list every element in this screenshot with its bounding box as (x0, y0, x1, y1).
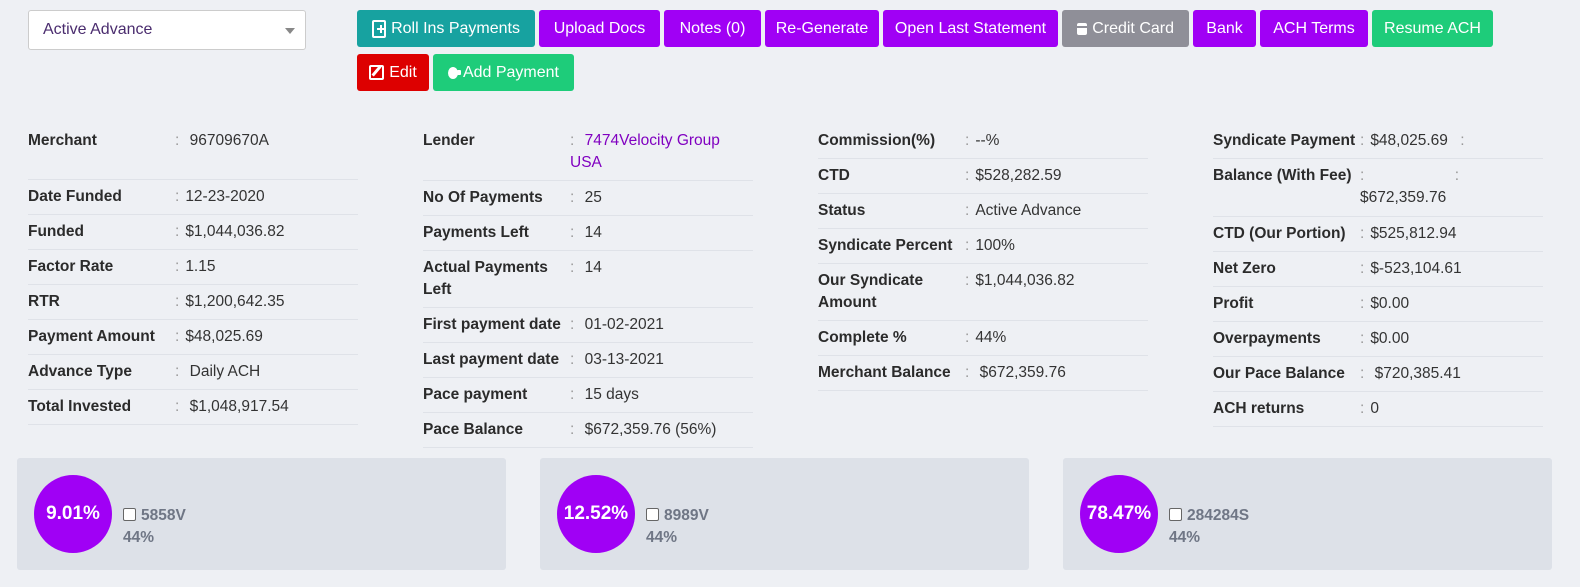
investor-card: 12.52% 8989V 44% (540, 458, 1029, 570)
detail-row-date-funded: Date Funded :12-23-2020 (28, 180, 358, 215)
detail-row-rtr: RTR : $1,200,642.35 (28, 285, 358, 320)
lender-details-column: Lender : 7474Velocity Group USA No Of Pa… (423, 124, 753, 448)
detail-row-ctd-our-portion: CTD (Our Portion) : $525,812.94 (1213, 217, 1543, 252)
detail-row-payments-left: Payments Left : 14 (423, 216, 753, 251)
detail-row-advance-type: Advance Type : Daily ACH (28, 355, 358, 390)
upload-docs-button[interactable]: Upload Docs (539, 10, 660, 47)
chevron-down-icon (285, 28, 295, 34)
investor-complete-percent: 44% (646, 529, 678, 546)
lender-link[interactable]: 7474Velocity Group USA (570, 132, 720, 171)
edit-icon (369, 65, 385, 80)
detail-row-our-pace-balance: Our Pace Balance : $720,385.41 (1213, 357, 1543, 392)
investor-card: 78.47% 284284S 44% (1063, 458, 1552, 570)
investor-share-badge: 9.01% (34, 475, 112, 553)
portion-details-column: Syndicate Payment : $48,025.69 : Balance … (1213, 124, 1543, 427)
roll-ins-payments-button[interactable]: Roll Ins Payments (357, 10, 535, 47)
detail-row-total-invested: Total Invested : $1,048,917.54 (28, 390, 358, 425)
detail-row-lender: Lender : 7474Velocity Group USA (423, 124, 753, 181)
detail-row-our-syndicate-amount: Our Syndicate Amount : $1,044,036.82 (818, 264, 1148, 321)
open-last-statement-button[interactable]: Open Last Statement (883, 10, 1058, 47)
detail-row-ach-returns: ACH returns :0 (1213, 392, 1543, 427)
detail-row-ctd: CTD : $528,282.59 (818, 159, 1148, 194)
detail-row-no-of-payments: No Of Payments : 25 (423, 181, 753, 216)
add-payment-button[interactable]: Add Payment (433, 54, 574, 91)
detail-row-last-payment-date: Last payment date : 03-13-2021 (423, 343, 753, 378)
action-toolbar-row-2: Edit Add Payment (357, 54, 574, 91)
investor-name: 5858V (141, 507, 186, 524)
detail-row-syndicate-payment: Syndicate Payment : $48,025.69 : (1213, 124, 1543, 159)
detail-row-net-zero: Net Zero : $-523,104.61 (1213, 252, 1543, 287)
detail-row-merchant-balance: Merchant Balance : $672,359.76 (818, 356, 1148, 391)
investor-name: 284284S (1187, 507, 1250, 524)
credit-card-button[interactable]: Credit Card (1062, 10, 1189, 47)
status-select-value: Active Advance (43, 21, 153, 38)
detail-row-factor-rate: Factor Rate :1.15 (28, 250, 358, 285)
investor-complete-percent: 44% (123, 529, 155, 546)
investor-share-badge: 12.52% (557, 475, 635, 553)
add-square-icon (372, 19, 387, 38)
regenerate-button[interactable]: Re-Generate (765, 10, 879, 47)
detail-row-merchant: Merchant : 96709670A (28, 124, 358, 180)
detail-row-overpayments: Overpayments : $0.00 (1213, 322, 1543, 357)
resume-ach-button[interactable]: Resume ACH (1372, 10, 1493, 47)
investor-card: 9.01% 5858V 44% (17, 458, 506, 570)
investor-checkbox[interactable] (646, 508, 659, 521)
notes-button[interactable]: Notes (0) (664, 10, 761, 47)
credit-card-icon (1077, 22, 1094, 35)
detail-row-syndicate-percent: Syndicate Percent :100% (818, 229, 1148, 264)
detail-row-profit: Profit : $0.00 (1213, 287, 1543, 322)
detail-row-payment-amount: Payment Amount : $48,025.69 (28, 320, 358, 355)
edit-button[interactable]: Edit (357, 54, 429, 91)
detail-row-pace-balance: Pace Balance : $672,359.76 (56%) (423, 413, 753, 448)
action-toolbar-row-1: Roll Ins Payments Upload Docs Notes (0) … (357, 10, 1493, 47)
ach-terms-button[interactable]: ACH Terms (1260, 10, 1368, 47)
status-select[interactable]: Active Advance (28, 10, 306, 50)
detail-row-funded: Funded : $1,044,036.82 (28, 215, 358, 250)
piggy-bank-icon (448, 66, 461, 79)
investor-checkbox[interactable] (123, 508, 136, 521)
detail-row-first-payment-date: First payment date : 01-02-2021 (423, 308, 753, 343)
detail-row-balance-with-fee: Balance (With Fee) :: $672,359.76 (1213, 159, 1543, 217)
investor-complete-percent: 44% (1169, 529, 1201, 546)
detail-row-complete-percent: Complete % :44% (818, 321, 1148, 356)
investor-checkbox[interactable] (1169, 508, 1182, 521)
investor-name: 8989V (664, 507, 709, 524)
detail-row-pace-payment: Pace payment : 15 days (423, 378, 753, 413)
detail-row-actual-payments-left: Actual Payments Left : 14 (423, 251, 753, 308)
detail-row-status: Status : Active Advance (818, 194, 1148, 229)
investor-share-badge: 78.47% (1080, 475, 1158, 553)
bank-button[interactable]: Bank (1193, 10, 1256, 47)
detail-row-commission: Commission(%) : --% (818, 124, 1148, 159)
syndicate-details-column: Commission(%) : --% CTD : $528,282.59 Stat… (818, 124, 1148, 391)
merchant-details-column: Merchant : 96709670A Date Funded :12-23-… (28, 124, 358, 425)
